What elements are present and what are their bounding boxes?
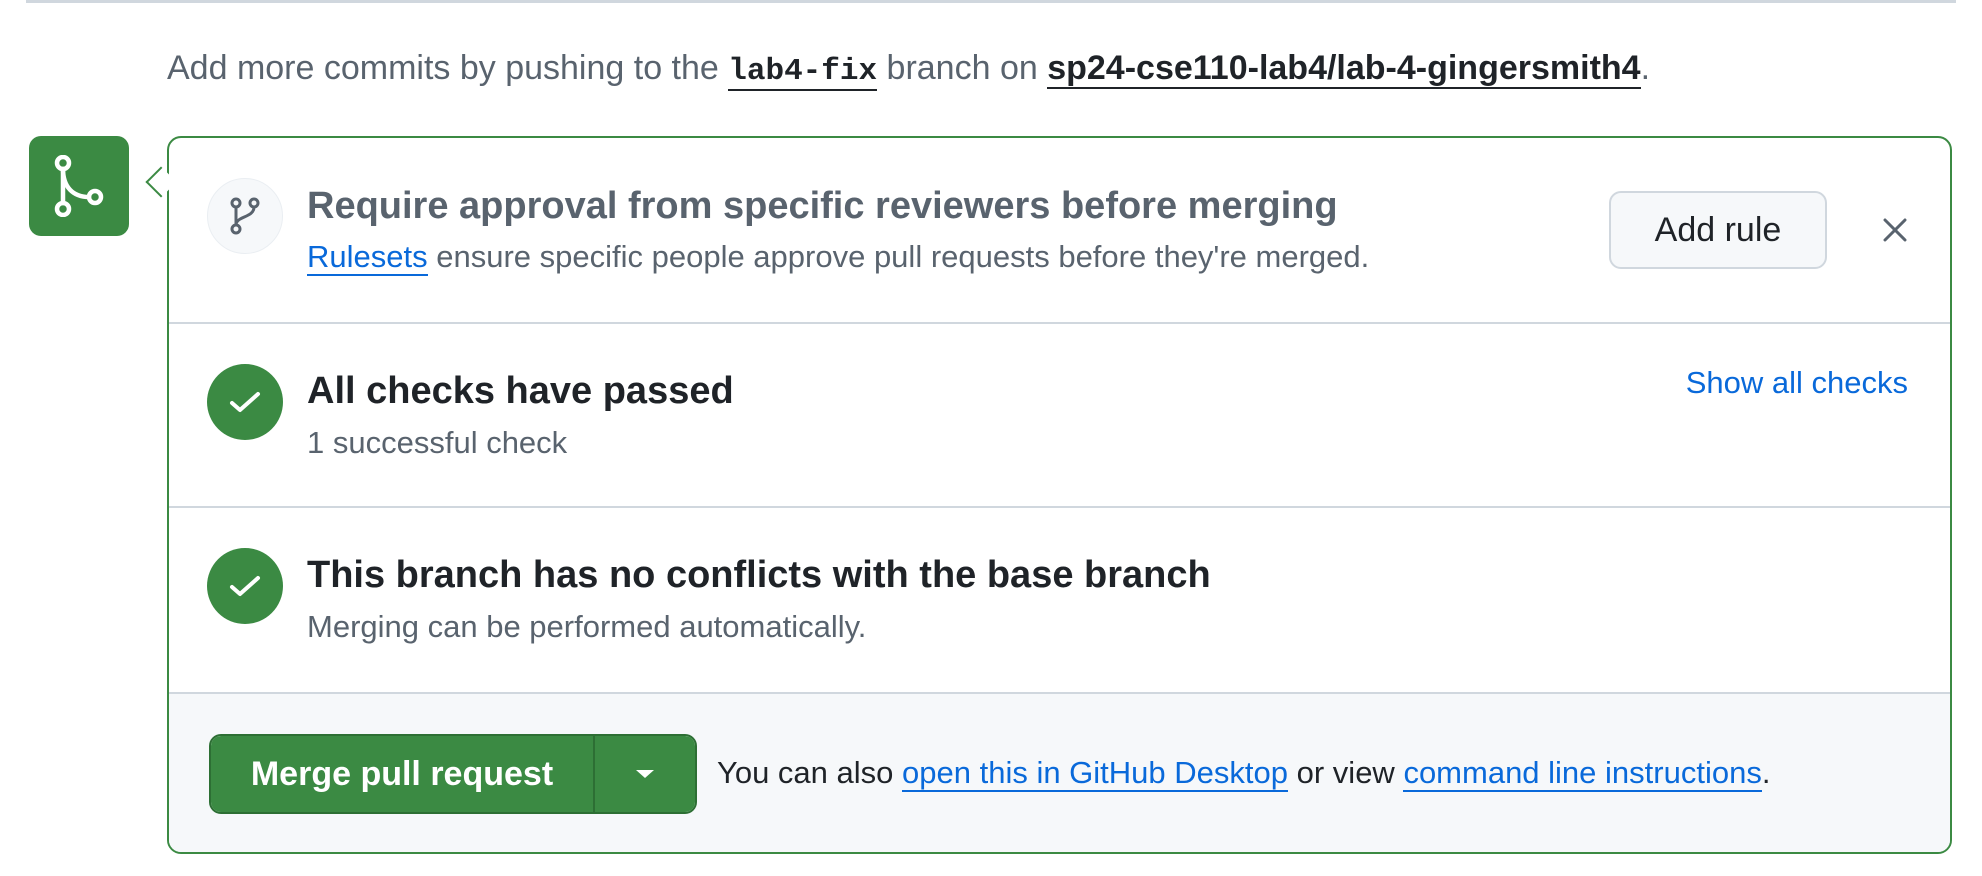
github-desktop-link[interactable]: open this in GitHub Desktop	[902, 755, 1289, 792]
git-merge-icon	[29, 136, 129, 236]
check-icon	[207, 364, 283, 440]
add-rule-button[interactable]: Add rule	[1609, 191, 1827, 269]
branch-name-link[interactable]: lab4-fix	[728, 54, 878, 91]
merge-note-suffix: .	[1761, 755, 1771, 790]
merge-button-group: Merge pull request	[209, 734, 697, 814]
top-divider	[26, 0, 1956, 3]
close-icon[interactable]	[1869, 204, 1921, 256]
checks-title: All checks have passed	[307, 370, 734, 412]
ruleset-section: Require approval from specific reviewers…	[169, 138, 1950, 324]
triangle-down-icon[interactable]	[595, 736, 695, 812]
repo-link[interactable]: sp24-cse110-lab4/lab-4-gingersmith4	[1047, 49, 1641, 89]
conflicts-title: This branch has no conflicts with the ba…	[307, 554, 1211, 596]
checks-section: All checks have passed 1 successful chec…	[169, 324, 1950, 508]
ruleset-description: Rulesets ensure specific people approve …	[307, 236, 1369, 278]
commit-hint-middle: branch on	[877, 49, 1048, 87]
check-icon	[207, 548, 283, 624]
show-all-checks-link[interactable]: Show all checks	[1686, 362, 1908, 404]
commit-hint-prefix: Add more commits by pushing to the	[167, 49, 729, 87]
commit-hint: Add more commits by pushing to the lab4-…	[167, 44, 1650, 96]
command-line-link[interactable]: command line instructions	[1403, 755, 1762, 792]
merge-pull-request-button[interactable]: Merge pull request	[211, 736, 595, 812]
ruleset-description-text: ensure specific people approve pull requ…	[427, 239, 1370, 274]
commit-hint-suffix: .	[1640, 49, 1651, 87]
checks-subtitle: 1 successful check	[307, 425, 568, 460]
conflicts-subtitle: Merging can be performed automatically.	[307, 609, 867, 644]
merge-note: You can also open this in GitHub Desktop…	[717, 752, 1770, 794]
conflicts-section: This branch has no conflicts with the ba…	[169, 508, 1950, 694]
merge-box: Require approval from specific reviewers…	[167, 136, 1952, 854]
merge-section: Merge pull request You can also open thi…	[169, 694, 1950, 852]
merge-note-middle: or view	[1288, 755, 1404, 790]
rulesets-link[interactable]: Rulesets	[307, 239, 428, 276]
merge-note-prefix: You can also	[717, 755, 903, 790]
ruleset-title: Require approval from specific reviewers…	[307, 185, 1338, 227]
git-branch-icon	[207, 178, 283, 254]
